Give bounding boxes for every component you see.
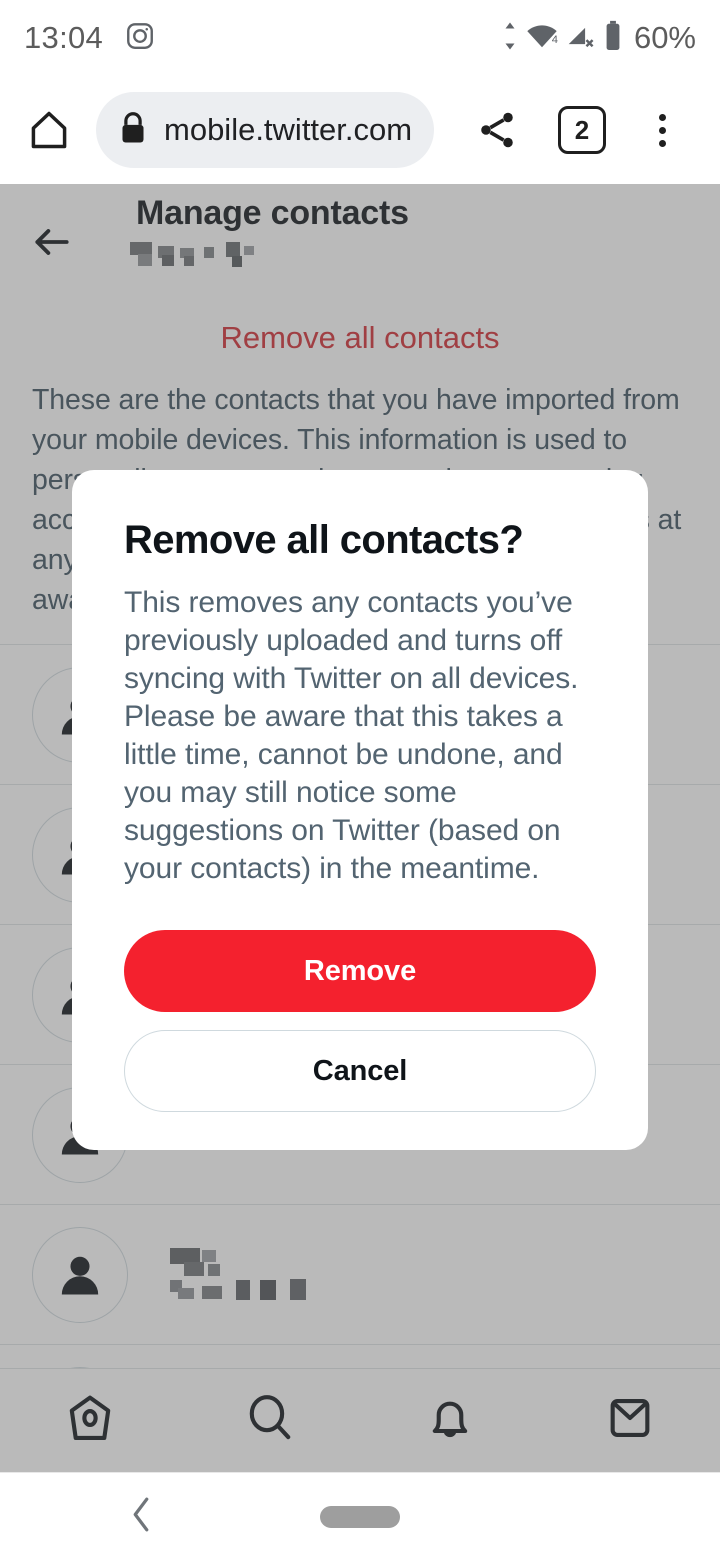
menu-dot — [658, 139, 666, 147]
menu-dot — [658, 113, 666, 121]
tab-switcher-button[interactable]: 2 — [558, 106, 606, 154]
cellular-no-sim-icon — [566, 22, 596, 55]
share-icon[interactable] — [470, 103, 524, 157]
nav-back-icon[interactable] — [125, 1491, 157, 1542]
android-navigation-bar — [0, 1472, 720, 1560]
status-notification-icons — [125, 21, 155, 56]
cancel-button[interactable]: Cancel — [124, 1030, 596, 1112]
tab-count: 2 — [574, 114, 590, 145]
url-text: mobile.twitter.com — [164, 112, 412, 147]
status-system-icons: 4 60% — [502, 20, 696, 57]
data-transfer-icon — [502, 21, 518, 56]
address-bar[interactable]: mobile.twitter.com — [96, 92, 434, 168]
battery-icon — [603, 20, 623, 57]
dialog-actions: Remove Cancel — [124, 930, 596, 1112]
device-screen: 13:04 4 60% mobile.twitter.com 2 Manage … — [0, 0, 720, 1560]
browser-toolbar: mobile.twitter.com 2 — [0, 76, 720, 184]
instagram-icon — [125, 21, 155, 56]
battery-percent: 60% — [633, 20, 696, 55]
dialog-title: Remove all contacts? — [124, 518, 524, 562]
lock-icon — [118, 111, 148, 150]
menu-dot — [658, 126, 666, 134]
home-icon[interactable] — [22, 103, 76, 157]
overflow-menu-icon[interactable] — [642, 103, 682, 157]
dialog-body: This removes any contacts you’ve previou… — [124, 586, 579, 885]
status-clock: 13:04 — [24, 20, 104, 55]
svg-text:4: 4 — [552, 34, 558, 46]
nav-home-pill[interactable] — [320, 1505, 400, 1528]
remove-button[interactable]: Remove — [124, 930, 596, 1012]
confirm-dialog: Remove all contacts? This removes any co… — [72, 470, 648, 1150]
android-status-bar: 13:04 4 60% — [0, 0, 720, 76]
wifi-icon: 4 — [525, 22, 559, 55]
